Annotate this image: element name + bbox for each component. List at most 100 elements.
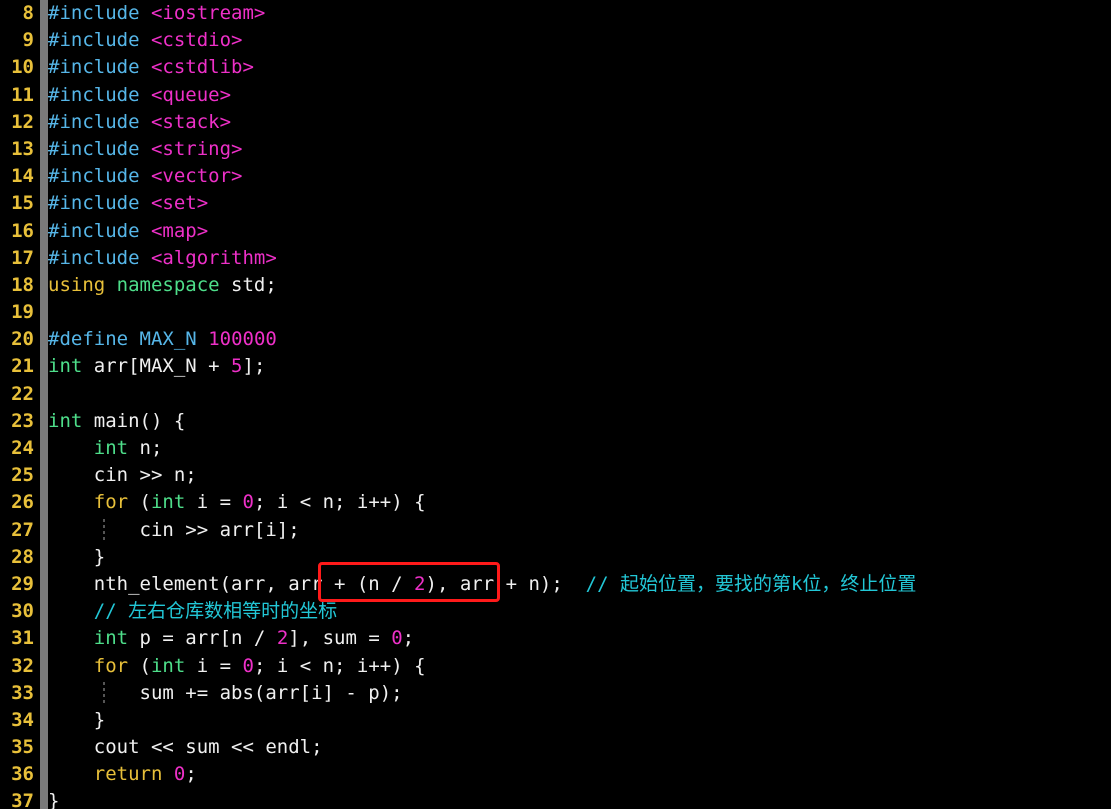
- line-number: 17: [11, 246, 34, 269]
- code-line[interactable]: 20 #define MAX_N 100000: [0, 326, 1111, 353]
- code-line[interactable]: 34 }: [0, 707, 1111, 734]
- code-text[interactable]: using namespace std;: [48, 272, 277, 299]
- code-line[interactable]: 36 return 0;: [0, 761, 1111, 788]
- code-text[interactable]: #include <stack>: [48, 109, 231, 136]
- code-line[interactable]: 29 nth_element(arr, arr + (n / 2), arr +…: [0, 571, 1111, 598]
- code-text[interactable]: #include <algorithm>: [48, 245, 277, 272]
- code-token: cin >> arr[i];: [48, 518, 300, 541]
- code-text[interactable]: cout << sum << endl;: [48, 734, 323, 761]
- code-text[interactable]: int main() {: [48, 408, 185, 435]
- code-token: #include: [48, 56, 140, 79]
- code-line[interactable]: 14 #include <vector>: [0, 163, 1111, 190]
- code-text[interactable]: cin >> arr[i];: [48, 517, 300, 544]
- code-line[interactable]: 15 #include <set>: [0, 190, 1111, 217]
- code-token: 0: [391, 627, 403, 650]
- code-line[interactable]: 8 #include <iostream>: [0, 0, 1111, 27]
- code-token: #include: [48, 165, 140, 188]
- code-text[interactable]: // 左右仓库数相等时的坐标: [48, 598, 337, 625]
- line-number: 29: [11, 572, 34, 595]
- code-text[interactable]: }: [48, 707, 105, 734]
- line-number: 34: [11, 708, 34, 731]
- code-text[interactable]: #include <map>: [48, 218, 208, 245]
- code-text[interactable]: #include <vector>: [48, 163, 242, 190]
- code-line[interactable]: 19: [0, 299, 1111, 326]
- code-text[interactable]: nth_element(arr, arr + (n / 2), arr + n)…: [48, 571, 917, 598]
- code-text[interactable]: sum += abs(arr[i] - p);: [48, 680, 403, 707]
- code-line[interactable]: 16 #include <map>: [0, 218, 1111, 245]
- code-line[interactable]: 18 using namespace std;: [0, 272, 1111, 299]
- code-line[interactable]: 24 int n;: [0, 435, 1111, 462]
- code-line[interactable]: 13 #include <string>: [0, 136, 1111, 163]
- code-line[interactable]: 35 cout << sum << endl;: [0, 734, 1111, 761]
- code-text[interactable]: }: [48, 544, 105, 571]
- code-line[interactable]: 11 #include <queue>: [0, 82, 1111, 109]
- code-token: 2: [414, 572, 426, 595]
- line-number: 10: [11, 56, 34, 79]
- line-number: 32: [11, 654, 34, 677]
- code-line[interactable]: 22: [0, 381, 1111, 408]
- code-token: n;: [128, 437, 163, 459]
- code-line[interactable]: 21 int arr[MAX_N + 5];: [0, 353, 1111, 380]
- line-number: 20: [11, 328, 34, 351]
- code-text[interactable]: int n;: [48, 435, 163, 462]
- code-text[interactable]: #define MAX_N 100000: [48, 326, 277, 353]
- code-line[interactable]: 25 cin >> n;: [0, 462, 1111, 489]
- code-line[interactable]: 12 #include <stack>: [0, 109, 1111, 136]
- code-text[interactable]: cin >> n;: [48, 462, 197, 489]
- line-number: 12: [11, 110, 34, 133]
- code-token: 5: [231, 355, 243, 378]
- code-text[interactable]: #include <string>: [48, 136, 242, 163]
- code-line[interactable]: 31 int p = arr[n / 2], sum = 0;: [0, 625, 1111, 652]
- code-text[interactable]: #include <cstdio>: [48, 27, 242, 54]
- code-token: int: [48, 355, 83, 378]
- code-line[interactable]: 28 }: [0, 544, 1111, 571]
- code-text[interactable]: }: [48, 788, 59, 809]
- code-token: 0: [242, 491, 254, 514]
- line-number: 36: [11, 763, 34, 786]
- code-token: #include: [48, 192, 140, 215]
- code-text[interactable]: #include <set>: [48, 190, 208, 217]
- code-line[interactable]: 10 #include <cstdlib>: [0, 54, 1111, 81]
- code-token: ], sum =: [288, 627, 392, 650]
- code-token: for: [93, 654, 129, 677]
- code-line[interactable]: 32 for (int i = 0; i < n; i++) {: [0, 653, 1111, 680]
- code-lines-container[interactable]: 8 #include <iostream> 9 #include <cstdio> 10…: [0, 0, 1111, 809]
- code-text[interactable]: #include <iostream>: [48, 0, 265, 27]
- code-text[interactable]: for (int i = 0; i < n; i++) {: [48, 489, 426, 516]
- code-text[interactable]: return 0;: [48, 761, 197, 788]
- code-token: int: [93, 437, 129, 459]
- code-line[interactable]: 37}: [0, 788, 1111, 809]
- code-text[interactable]: int arr[MAX_N + 5];: [48, 353, 265, 380]
- code-text[interactable]: int p = arr[n / 2], sum = 0;: [48, 625, 414, 652]
- code-line[interactable]: 26 for (int i = 0; i < n; i++) {: [0, 489, 1111, 516]
- code-line[interactable]: 23 int main() {: [0, 408, 1111, 435]
- code-line[interactable]: 33 sum += abs(arr[i] - p);: [0, 680, 1111, 707]
- code-token: #include: [48, 137, 140, 160]
- code-text[interactable]: #include <cstdlib>: [48, 54, 254, 81]
- code-token: nth_element(arr, arr + (n /: [48, 572, 415, 595]
- code-folding-bar[interactable]: [40, 0, 48, 809]
- code-text[interactable]: for (int i = 0; i < n; i++) {: [48, 653, 426, 680]
- code-token: namespace: [116, 273, 220, 296]
- code-line[interactable]: 9 #include <cstdio>: [0, 27, 1111, 54]
- code-token: int: [150, 491, 186, 514]
- code-token: 2: [276, 627, 289, 650]
- code-token: #include: [48, 110, 140, 133]
- code-line[interactable]: 30 // 左右仓库数相等时的坐标: [0, 598, 1111, 625]
- code-text[interactable]: #include <queue>: [48, 82, 231, 109]
- line-number: 8: [22, 2, 34, 24]
- code-editor[interactable]: 8 #include <iostream> 9 #include <cstdio> 10…: [0, 0, 1111, 809]
- code-line[interactable]: 27 cin >> arr[i];: [0, 517, 1111, 544]
- code-line[interactable]: 17 #include <algorithm>: [0, 245, 1111, 272]
- code-token: ;: [402, 627, 415, 650]
